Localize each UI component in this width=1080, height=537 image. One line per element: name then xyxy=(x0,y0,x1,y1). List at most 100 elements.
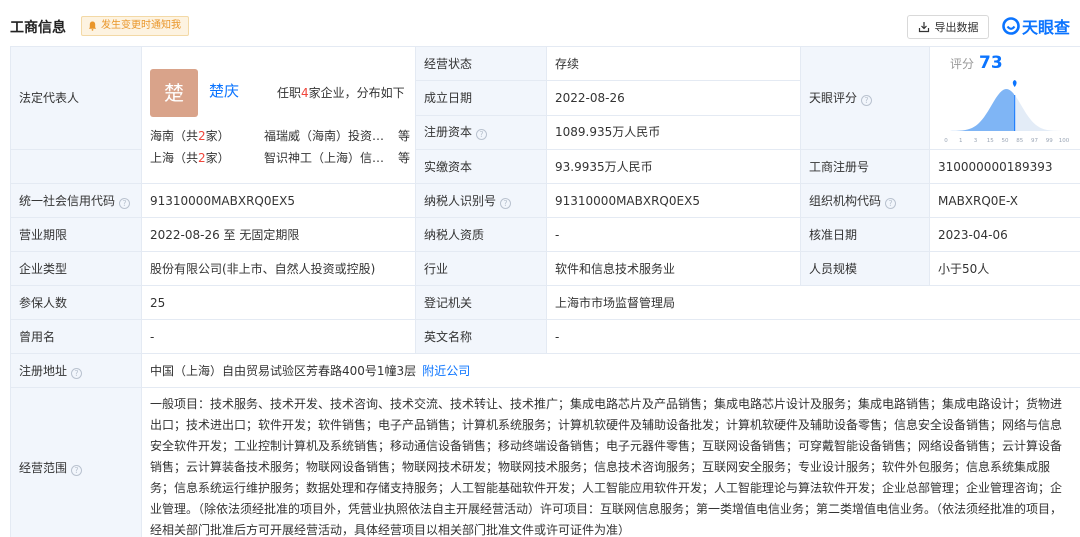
paid-capital-label: 实缴资本 xyxy=(415,149,547,184)
info-prefix: 任职 xyxy=(277,86,302,100)
term-label: 营业期限 xyxy=(10,217,142,252)
established-label: 成立日期 xyxy=(415,80,547,116)
region-suffix: 家） xyxy=(205,129,230,143)
scope-label: 经营范围? xyxy=(10,387,142,537)
authority-value: 上海市市场监督管理局 xyxy=(546,285,1080,320)
question-circle-icon[interactable]: ? xyxy=(476,129,488,141)
established-value: 2022-08-26 xyxy=(546,80,801,116)
taxpayer-qual-label: 纳税人资质 xyxy=(415,217,547,252)
staff-size-value: 小于50人 xyxy=(929,251,1080,286)
approval-date-value: 2023-04-06 xyxy=(929,217,1080,252)
nearby-companies-link[interactable]: 附近公司 xyxy=(422,364,470,378)
org-code-value: MABXRQ0E-X xyxy=(929,183,1080,218)
section-header: 工商信息 发生变更时通知我 导出数据 天眼查 xyxy=(0,0,1080,46)
legal-rep-label-filler xyxy=(10,149,142,184)
status-value: 存续 xyxy=(546,45,801,82)
info-count: 4 xyxy=(301,86,309,100)
tyc-score-label: 天眼评分? xyxy=(800,46,930,150)
question-circle-icon[interactable]: ? xyxy=(861,95,873,106)
reg-no-label: 工商注册号 xyxy=(800,149,930,184)
bell-icon xyxy=(88,21,97,31)
industry-value: 软件和信息技术服务业 xyxy=(546,251,801,286)
info-suffix: 家企业，分布如下 xyxy=(308,86,405,100)
score-label: 评分 xyxy=(950,57,975,71)
org-code-label: 组织机构代码? xyxy=(800,183,930,218)
curve-highlight xyxy=(940,89,1015,131)
company-type-value: 股份有限公司(非上市、自然人投资或控股) xyxy=(141,251,416,286)
question-circle-icon[interactable]: ? xyxy=(119,197,131,209)
former-name-label: 曾用名 xyxy=(10,319,142,354)
reg-no-value: 310000000189393 xyxy=(929,149,1080,184)
legal-rep-cell: 楚 楚庆 任职4家企业，分布如下 海南（共2家） 福瑞威（海南）投资… 等 上海… xyxy=(141,46,416,184)
region-company-link[interactable]: 福瑞威（海南）投资… xyxy=(264,128,386,144)
region-more[interactable]: 等 xyxy=(398,150,410,166)
axis-tick-label: 99 xyxy=(1046,138,1053,144)
section-title: 工商信息 xyxy=(10,20,66,36)
axis-tick-label: 3 xyxy=(974,138,978,144)
region-item[interactable]: 海南（共2家） xyxy=(150,128,230,144)
authority-label: 登记机关 xyxy=(415,285,547,320)
industry-label: 行业 xyxy=(415,251,547,286)
address-value: 中国（上海）自由贸易试验区芳春路400号1幢3层 xyxy=(150,363,417,378)
credit-code-value: 91310000MABXRQ0EX5 xyxy=(141,183,416,218)
notify-button[interactable]: 发生变更时通知我 xyxy=(81,16,189,36)
paid-capital-value: 93.9935万人民币 xyxy=(546,149,801,184)
insured-label: 参保人数 xyxy=(10,285,142,320)
scope-value: 一般项目：技术服务、技术开发、技术咨询、技术交流、技术转让、技术推广；集成电路芯… xyxy=(141,387,1080,537)
axis-tick-label: 15 xyxy=(987,138,994,144)
region-name: 海南（共 xyxy=(150,129,199,143)
taxpayer-id-label: 纳税人识别号? xyxy=(415,183,547,218)
axis-tick-label: 1 xyxy=(959,138,963,144)
address-label-text: 注册地址 xyxy=(19,363,68,378)
notify-label: 发生变更时通知我 xyxy=(101,20,181,31)
tianyancha-logo-icon xyxy=(1002,17,1020,35)
avatar[interactable]: 楚 xyxy=(150,69,198,117)
export-icon xyxy=(918,22,929,33)
company-type-label: 企业类型 xyxy=(10,251,142,286)
legal-rep-summary: 任职4家企业，分布如下 xyxy=(277,85,405,101)
former-name-value: - xyxy=(141,319,416,354)
axis-tick-label: 0 xyxy=(944,138,948,144)
region-name: 上海（共 xyxy=(150,151,199,165)
score-cell: 评分 73 0 1 3 15 50 85 97 99 100 xyxy=(929,46,1080,150)
axis-tick-label: 100 xyxy=(1059,138,1070,144)
axis-tick-label: 85 xyxy=(1016,138,1023,144)
org-code-label-text: 组织机构代码 xyxy=(809,193,882,208)
export-label: 导出数据 xyxy=(934,21,979,34)
region-suffix: 家） xyxy=(205,151,230,165)
location-pin-icon xyxy=(1012,80,1017,87)
region-count: 2 xyxy=(198,151,206,165)
legal-rep-label: 法定代表人 xyxy=(10,46,142,150)
reg-capital-label: 注册资本? xyxy=(415,114,547,151)
question-circle-icon[interactable]: ? xyxy=(71,367,83,379)
english-name-value: - xyxy=(546,319,1080,354)
score-header: 评分 73 xyxy=(950,55,1003,72)
region-count: 2 xyxy=(198,129,206,143)
question-circle-icon[interactable]: ? xyxy=(885,197,897,209)
reg-capital-value: 1089.935万人民币 xyxy=(546,114,801,151)
credit-code-label-text: 统一社会信用代码 xyxy=(19,193,116,208)
reg-capital-label-text: 注册资本 xyxy=(424,125,473,140)
term-value: 2022-08-26 至 无固定期限 xyxy=(141,217,416,252)
credit-code-label: 统一社会信用代码? xyxy=(10,183,142,218)
taxpayer-id-value: 91310000MABXRQ0EX5 xyxy=(546,183,801,218)
logo-text: 天眼查 xyxy=(1022,18,1071,37)
address-cell: 中国（上海）自由贸易试验区芳春路400号1幢3层 附近公司 xyxy=(141,353,1080,388)
export-button[interactable]: 导出数据 xyxy=(907,15,989,39)
region-company-link[interactable]: 智识神工（上海）信… xyxy=(264,150,386,166)
region-more[interactable]: 等 xyxy=(398,128,410,144)
business-info-table: 法定代表人 楚 楚庆 任职4家企业，分布如下 海南（共2家） 福瑞威（海南）投资… xyxy=(10,45,1080,537)
scope-label-text: 经营范围 xyxy=(19,460,68,475)
score-value[interactable]: 73 xyxy=(979,55,1003,72)
question-circle-icon[interactable]: ? xyxy=(71,464,83,476)
insured-value: 25 xyxy=(141,285,416,320)
tyc-score-label-text: 天眼评分 xyxy=(809,91,858,105)
score-distribution-chart[interactable]: 0 1 3 15 50 85 97 99 100 xyxy=(940,79,1070,145)
taxpayer-id-label-text: 纳税人识别号 xyxy=(424,193,497,208)
region-item[interactable]: 上海（共2家） xyxy=(150,150,230,166)
tianyancha-logo[interactable]: 天眼查 xyxy=(1002,14,1070,38)
taxpayer-qual-value: - xyxy=(546,217,801,252)
legal-rep-name[interactable]: 楚庆 xyxy=(209,83,239,99)
axis-tick-label: 97 xyxy=(1031,138,1038,144)
question-circle-icon[interactable]: ? xyxy=(500,197,512,209)
